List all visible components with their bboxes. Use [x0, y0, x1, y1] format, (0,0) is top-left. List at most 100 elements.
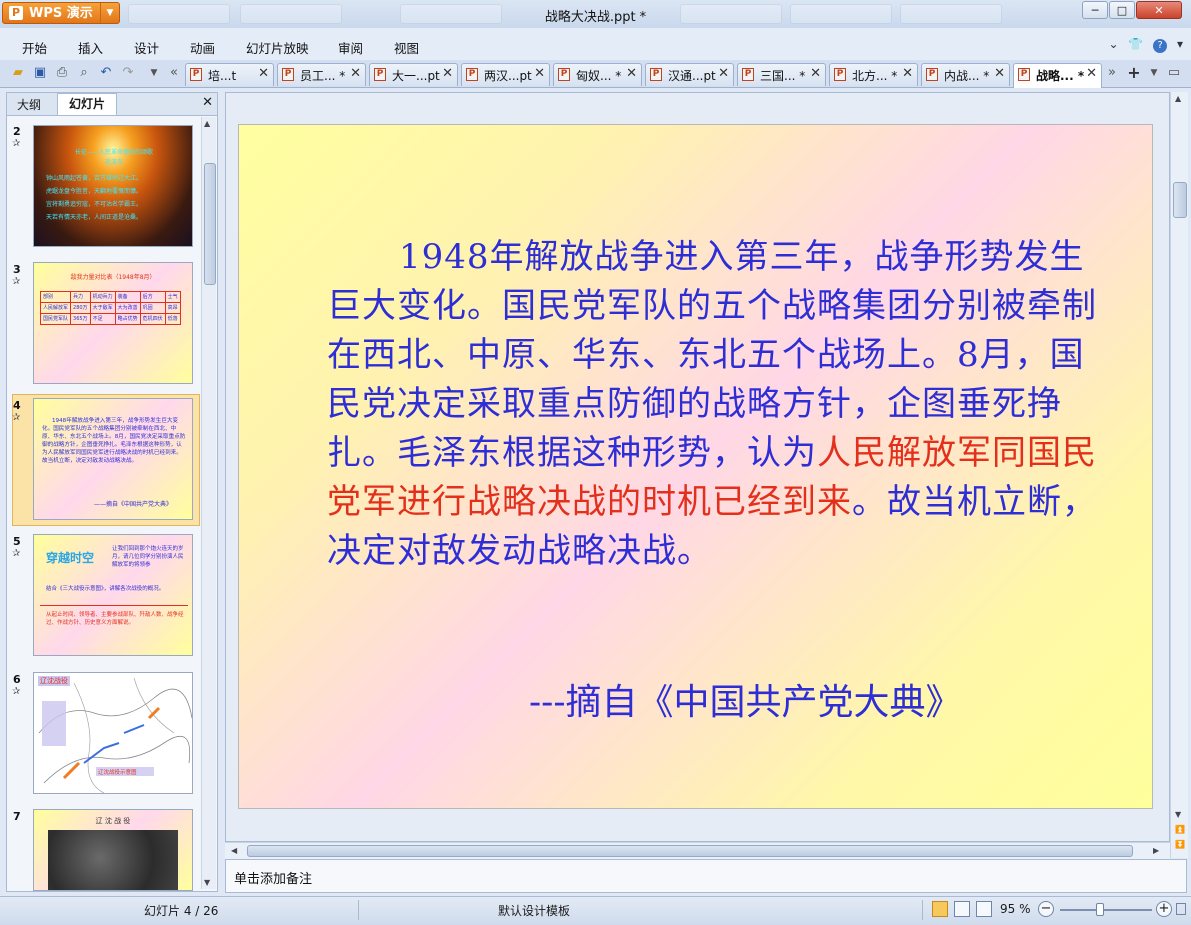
close-tab-icon[interactable]: ✕ — [258, 66, 269, 81]
doc-tab-label: 大一...pt — [392, 69, 440, 83]
save-icon[interactable]: ▣ — [32, 65, 48, 81]
close-tab-icon[interactable]: ✕ — [1086, 66, 1097, 81]
menu-tab-view[interactable]: 视图 — [394, 38, 419, 57]
slide-number: 4 — [13, 399, 21, 412]
doc-tab[interactable]: P 员工... * ✕ — [277, 63, 366, 86]
doc-tab[interactable]: P 培...t ✕ — [185, 63, 274, 86]
new-tab-icon[interactable]: + — [1126, 65, 1142, 81]
scroll-thumb[interactable] — [247, 845, 1133, 857]
table-cell: 士气 — [164, 291, 181, 303]
close-tab-icon[interactable]: ✕ — [994, 66, 1005, 81]
slide-thumbnail[interactable]: 辽沈战役 辽沈战役示意图 — [33, 672, 193, 794]
table-cell: 略占优势 — [114, 313, 141, 325]
scroll-up-icon[interactable]: ▲ — [1175, 94, 1181, 103]
slideshow-view-icon[interactable] — [976, 901, 992, 917]
thumb-wordart: 穿越时空 — [46, 551, 95, 565]
current-slide[interactable]: 1948年解放战争进入第三年，战争形势发生巨大变化。国民党军队的五个战略集团分别… — [238, 124, 1153, 809]
pane-tabs: 大纲 幻灯片 ✕ — [7, 93, 217, 116]
menu-tab-design[interactable]: 设计 — [134, 38, 159, 57]
menu-tab-home[interactable]: 开始 — [22, 38, 47, 57]
menu-tab-review[interactable]: 审阅 — [338, 38, 363, 57]
slide-number: 2 — [13, 125, 21, 138]
help-icon[interactable]: ? — [1153, 39, 1168, 53]
slide-number: 3 — [13, 263, 21, 276]
editor-vertical-scrollbar[interactable]: ▲ ▼ ⏫ ⏬ — [1170, 92, 1188, 858]
tab-list-icon[interactable]: ▭ — [1166, 65, 1182, 81]
tab-slides[interactable]: 幻灯片 — [57, 93, 117, 115]
tab-outline[interactable]: 大纲 — [17, 96, 41, 113]
print-preview-icon[interactable]: ⌕ — [76, 65, 92, 81]
slide-number: 7 — [13, 810, 21, 823]
close-tab-icon[interactable]: ✕ — [534, 66, 545, 81]
doc-tab[interactable]: P 两汉...pt ✕ — [461, 63, 550, 86]
table-cell: 危机四伏 — [139, 313, 166, 325]
open-folder-icon[interactable]: ▰ — [10, 65, 26, 81]
close-tab-icon[interactable]: ✕ — [902, 66, 913, 81]
ppt-file-icon: P — [1018, 68, 1030, 81]
doc-tab-label: 培...t — [208, 69, 237, 83]
doc-tab[interactable]: P 三国... * ✕ — [737, 63, 826, 86]
table-cell: 兵力 — [70, 291, 91, 303]
close-tab-icon[interactable]: ✕ — [626, 66, 637, 81]
customize-toolbar-icon[interactable]: ▼ — [146, 65, 162, 81]
slide-thumbnail[interactable]: 穿越时空 让我们回到那个炮火连天的岁月，请几位同学分别扮演人民解放军的将领参 结… — [33, 534, 193, 656]
next-slide-icon[interactable]: ⏬ — [1175, 840, 1185, 849]
previous-slide-icon[interactable]: ⏫ — [1175, 825, 1185, 834]
slide-thumbnail[interactable]: 敌我力量对比表（1948年8月） 部别 兵力 机动兵力 装备 后方 士气 人民解… — [33, 262, 193, 384]
zoom-slider-track[interactable] — [1060, 909, 1152, 911]
doc-tab-label: 内战... * — [944, 69, 990, 83]
close-window-button[interactable]: ✕ — [1136, 1, 1182, 19]
tabs-scroll-left-icon[interactable]: « — [166, 65, 182, 81]
scroll-thumb[interactable] — [1173, 182, 1187, 218]
scroll-up-icon[interactable]: ▲ — [204, 119, 210, 128]
doc-tab[interactable]: P 内战... * ✕ — [921, 63, 1010, 86]
slide-sorter-view-icon[interactable] — [954, 901, 970, 917]
doc-tab[interactable]: P 北方... * ✕ — [829, 63, 918, 86]
tabs-scroll-right-icon[interactable]: » — [1104, 65, 1120, 81]
shirt-icon[interactable]: 👕 — [1128, 37, 1143, 51]
menu-tab-slideshow[interactable]: 幻灯片放映 — [246, 38, 309, 57]
zoom-level[interactable]: 95 % — [1000, 902, 1031, 916]
undo-icon[interactable]: ↶ — [98, 65, 114, 81]
menu-tab-animation[interactable]: 动画 — [190, 38, 215, 57]
doc-tab-active[interactable]: P 战略... * ✕ — [1013, 63, 1102, 88]
menu-tab-insert[interactable]: 插入 — [78, 38, 103, 57]
normal-view-icon[interactable] — [932, 901, 948, 917]
thumbnail-scrollbar[interactable]: ▲ ▼ — [201, 117, 216, 889]
chevron-down-icon[interactable]: ▾ — [1177, 37, 1183, 51]
zoom-in-button[interactable]: + — [1156, 901, 1172, 917]
zoom-out-button[interactable]: − — [1038, 901, 1054, 917]
slide-body-text[interactable]: 1948年解放战争进入第三年，战争形势发生巨大变化。国民党军队的五个战略集团分别… — [327, 233, 1107, 576]
zoom-slider-handle[interactable] — [1096, 903, 1104, 916]
editor-horizontal-scrollbar[interactable]: ◀ ▶ — [225, 842, 1170, 859]
minimize-button[interactable]: ─ — [1082, 1, 1108, 19]
fit-window-icon[interactable] — [1176, 903, 1186, 915]
table-cell: 后方 — [139, 291, 166, 303]
print-icon[interactable]: ⎙ — [54, 65, 70, 81]
close-tab-icon[interactable]: ✕ — [442, 66, 453, 81]
doc-tab[interactable]: P 匈奴... * ✕ — [553, 63, 642, 86]
scroll-left-icon[interactable]: ◀ — [231, 846, 237, 855]
scroll-right-icon[interactable]: ▶ — [1153, 846, 1159, 855]
slide-thumbnail[interactable]: 长征——人民革命理念的颂歌 毛泽东 钟山风雨起苍黄，百万雄师过大江。 虎踞龙盘今… — [33, 125, 193, 247]
design-template-name[interactable]: 默认设计模板 — [498, 902, 570, 919]
redo-icon[interactable]: ↷ — [120, 65, 136, 81]
close-tab-icon[interactable]: ✕ — [350, 66, 361, 81]
doc-tab[interactable]: P 大一...pt ✕ — [369, 63, 458, 86]
new-tab-dropdown-icon[interactable]: ▼ — [1146, 65, 1162, 81]
chevron-down-icon[interactable]: ⌄ — [1108, 37, 1118, 51]
maximize-button[interactable]: □ — [1109, 1, 1135, 19]
scroll-down-icon[interactable]: ▼ — [1175, 810, 1181, 819]
close-pane-icon[interactable]: ✕ — [202, 95, 213, 110]
notes-pane[interactable]: 单击添加备注 — [225, 859, 1187, 893]
scroll-thumb[interactable] — [204, 163, 216, 285]
scroll-down-icon[interactable]: ▼ — [204, 878, 210, 887]
ppt-file-icon: P — [650, 68, 662, 81]
ppt-file-icon: P — [466, 68, 478, 81]
doc-tab[interactable]: P 汉通...pt ✕ — [645, 63, 734, 86]
slide-thumbnail[interactable]: 辽 沈 战 役 — [33, 809, 193, 891]
slide-thumbnail-current[interactable]: 1948年解放战争进入第三年，战争形势发生巨大变化。国民党军队的五个战略集团分别… — [33, 398, 193, 520]
close-tab-icon[interactable]: ✕ — [718, 66, 729, 81]
slide-source-citation[interactable]: ---摘自《中国共产党大典》 — [529, 673, 962, 725]
close-tab-icon[interactable]: ✕ — [810, 66, 821, 81]
